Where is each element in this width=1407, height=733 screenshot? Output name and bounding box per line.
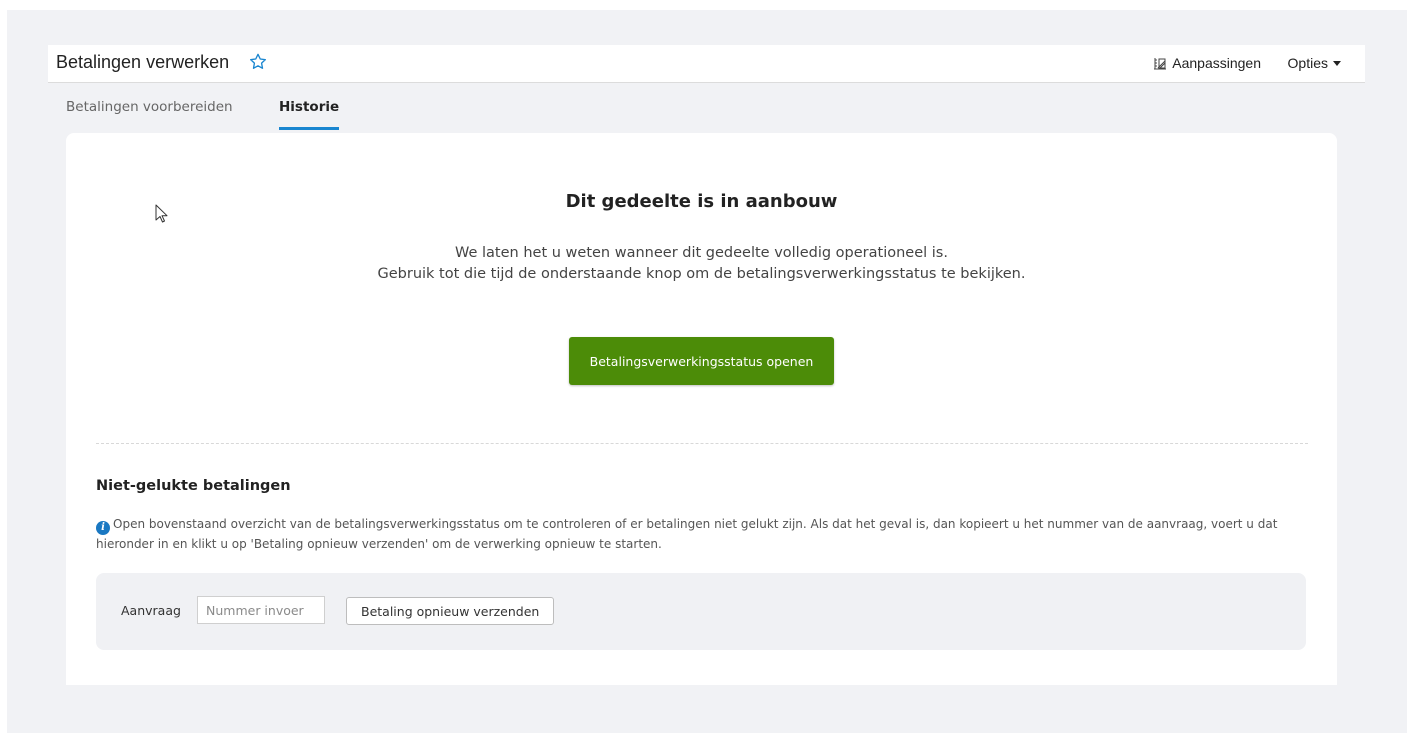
info-text: Open bovenstaand overzicht van de betali… (96, 517, 1278, 551)
page-header: Betalingen verwerken Aanpassingen Opties (48, 45, 1365, 83)
star-outline-icon[interactable] (248, 52, 268, 72)
content-card: Dit gedeelte is in aanbouw We laten het … (66, 133, 1337, 685)
construction-heading: Dit gedeelte is in aanbouw (565, 191, 838, 212)
options-label: Opties (1287, 55, 1328, 71)
options-dropdown[interactable]: Opties (1288, 55, 1341, 71)
customize-button[interactable]: Aanpassingen (1152, 55, 1261, 71)
mouse-cursor-icon (155, 204, 168, 223)
info-icon: i (96, 521, 110, 535)
resend-payment-button[interactable]: Betaling opnieuw verzenden (346, 597, 555, 625)
request-label: Aanvraag (121, 603, 181, 618)
section-divider (96, 443, 1308, 444)
request-number-input[interactable] (197, 596, 325, 624)
tab-history[interactable]: Historie (279, 99, 340, 130)
construction-text-line2: Gebruik tot die tijd de onderstaande kno… (377, 266, 1026, 282)
failed-payments-info: i Open bovenstaand overzicht van de betal… (96, 515, 1311, 554)
chevron-down-icon (1333, 60, 1341, 66)
failed-payments-title: Niet-gelukte betalingen (96, 478, 291, 494)
tab-prepare-payments[interactable]: Betalingen voorbereiden (66, 99, 233, 127)
page-title: Betalingen verwerken (56, 52, 230, 72)
open-status-button[interactable]: Betalingsverwerkingsstatus openen (569, 337, 834, 385)
customize-label: Aanpassingen (1172, 55, 1261, 71)
customize-chart-icon (1154, 58, 1167, 70)
construction-text-line1: We laten het u weten wanneer dit gedeelt… (455, 245, 948, 261)
request-panel: Aanvraag Betaling opnieuw verzenden (96, 573, 1306, 650)
